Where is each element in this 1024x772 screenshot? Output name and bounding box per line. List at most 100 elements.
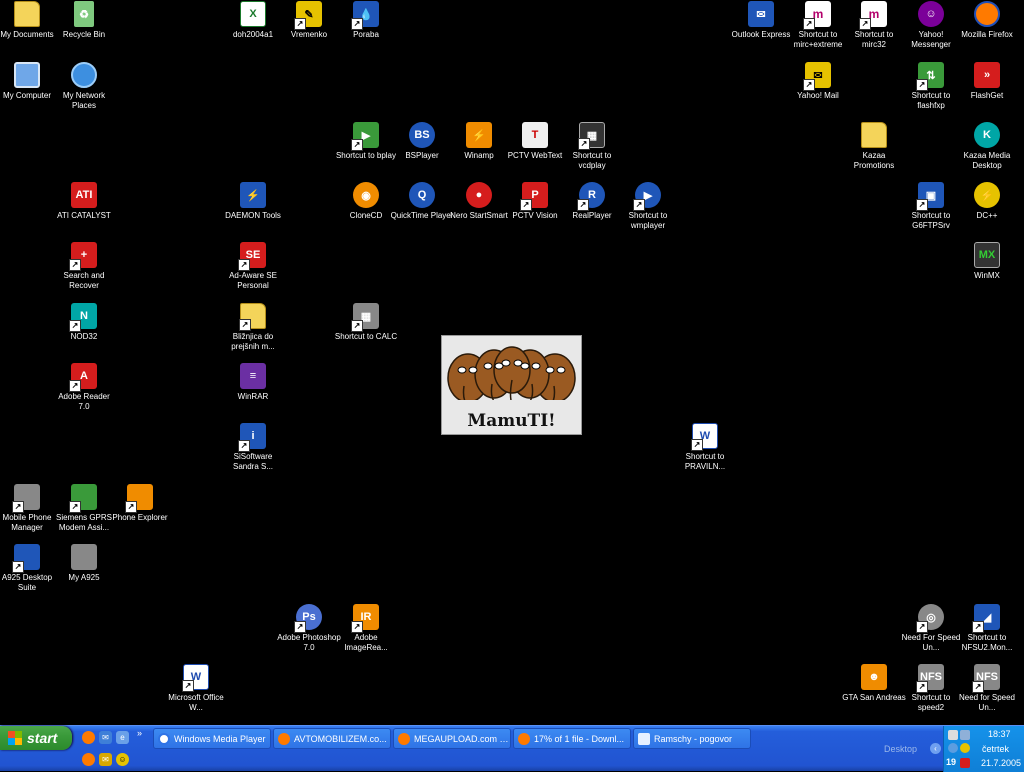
desktop-icon-daemon-tools[interactable]: ⚡ DAEMON Tools xyxy=(221,181,285,237)
desktop-icon-vremenko[interactable]: ✎ Vremenko xyxy=(277,0,341,56)
desktop-icon-nfs-underground2[interactable]: NFS Need for Speed Un... xyxy=(955,663,1019,719)
tray-yahoo-icon[interactable] xyxy=(960,743,970,753)
nfs-icon: NFS xyxy=(972,664,1000,693)
quicklaunch-firefox-icon[interactable] xyxy=(82,731,95,744)
desktop-icon-shortcut-praviln[interactable]: W Shortcut to PRAVILN... xyxy=(673,422,737,478)
start-button[interactable]: start xyxy=(0,726,72,750)
desktop-icon-winamp[interactable]: ⚡ Winamp xyxy=(447,121,511,177)
desktop-icon-quicktime[interactable]: Q QuickTime Player xyxy=(390,181,454,237)
desktop-icon-imageready[interactable]: IR Adobe ImageRea... xyxy=(334,603,398,659)
taskbar-window-label: 17% of 1 file - Downl... xyxy=(534,733,625,744)
winamp-icon: ⚡ xyxy=(466,122,492,148)
desktop-icon-search-and-recover[interactable]: + Search and Recover xyxy=(52,241,116,297)
icon-label: FlashGet xyxy=(970,91,1004,100)
desktop-icon-nero[interactable]: ● Nero StartSmart xyxy=(447,181,511,237)
desktop-icon-pctv-webtext[interactable]: T PCTV WebText xyxy=(503,121,567,177)
desktop-icon-ad-aware[interactable]: SE Ad-Aware SE Personal xyxy=(221,241,285,297)
icon-label: Nero StartSmart xyxy=(450,211,508,220)
desktop-icon-flashget[interactable]: » FlashGet xyxy=(955,61,1019,117)
desktop-icon-outlook-express[interactable]: ✉ Outlook Express xyxy=(729,0,793,56)
ad-aware-icon: SE xyxy=(238,242,266,271)
desktop-icon-realplayer[interactable]: R RealPlayer xyxy=(560,181,624,237)
excel-file-icon: X xyxy=(240,1,266,27)
desktop-icon-microsoft-office[interactable]: W Microsoft Office W... xyxy=(164,663,228,719)
desktop-icon-shortcut-speed2[interactable]: NFS Shortcut to speed2 xyxy=(899,663,963,719)
desktop-icon-shortcut-mirc-extreme[interactable]: m Shortcut to mirc+extreme xyxy=(786,0,850,56)
desktop-icon-shortcut-nfsu2[interactable]: ◢ Shortcut to NFSU2.Mon... xyxy=(955,603,1019,659)
desktop-icon-my-computer[interactable]: My Computer xyxy=(0,61,59,117)
desktop-icon-gta-san-andreas[interactable]: ☻ GTA San Andreas xyxy=(842,663,906,719)
icon-label: Mobile Phone Manager xyxy=(2,513,52,532)
desktop-icon-yahoo-mail[interactable]: ✉ Yahoo! Mail xyxy=(786,61,850,117)
desktop-icon-bsplayer[interactable]: BS BSPlayer xyxy=(390,121,454,177)
desktop-icon-dcpp[interactable]: ⚡ DC++ xyxy=(955,181,1019,237)
tray-keyboard-icon[interactable] xyxy=(960,730,970,740)
taskbar-window-ramschy[interactable]: Ramschy - pogovor xyxy=(633,728,751,749)
icon-label: My A925 xyxy=(68,573,100,582)
desktop-icon-shortcut-bplay[interactable]: ▶ Shortcut to bplay xyxy=(334,121,398,177)
icon-label: My Documents xyxy=(0,30,54,39)
quicklaunch-more-chevron-icon[interactable]: » xyxy=(137,728,142,738)
network-icon xyxy=(71,62,97,88)
icon-label: Adobe Reader 7.0 xyxy=(58,392,110,411)
word-document-icon: W xyxy=(182,664,209,692)
desktop-icon-siemens-gprs[interactable]: Siemens GPRS Modem Assi... xyxy=(52,483,116,539)
icon-label: My Computer xyxy=(2,91,51,100)
desktop-icon-shortcut-mirc32[interactable]: m Shortcut to mirc32 xyxy=(842,0,906,56)
desktop-icon-mobile-phone-manager[interactable]: Mobile Phone Manager xyxy=(0,483,59,539)
mirc-icon: m xyxy=(859,1,887,30)
desktop-icon-nfs-underground[interactable]: ◎ Need For Speed Un... xyxy=(899,603,963,659)
desktop-icon-kazaa-media[interactable]: K Kazaa Media Desktop xyxy=(955,121,1019,177)
desktop-icon-pctv-vision[interactable]: P PCTV Vision xyxy=(503,181,567,237)
desktop-icon-phone-explorer[interactable]: Phone Explorer xyxy=(108,483,172,539)
desktop-icon-winrar[interactable]: ≡ WinRAR xyxy=(221,362,285,418)
quicklaunch-yahoo-messenger-icon[interactable]: ☺ xyxy=(116,753,129,766)
desktop-icon-my-documents[interactable]: My Documents xyxy=(0,0,59,56)
taskbar-window-download[interactable]: 17% of 1 file - Downl... xyxy=(513,728,631,749)
quicklaunch-outlook-icon[interactable]: ✉ xyxy=(99,731,112,744)
desktop-icon-my-network-places[interactable]: My Network Places xyxy=(52,61,116,117)
taskbar-window-avtomobilizem[interactable]: AVTOMOBILIZEM.co... xyxy=(273,728,391,749)
desktop-icon-winmx[interactable]: MX WinMX xyxy=(955,241,1019,297)
desktop-toolbar-label[interactable]: Desktop xyxy=(884,744,917,754)
desktop-icon-recycle-bin[interactable]: ♻ Recycle Bin xyxy=(52,0,116,56)
tray-ati-icon[interactable] xyxy=(960,758,970,768)
quicklaunch-yahoo-mail-icon[interactable]: ✉ xyxy=(99,753,112,766)
water-drop-icon: 💧 xyxy=(351,1,379,30)
icon-label: doh2004a1 xyxy=(232,30,274,39)
tray-network-icon[interactable] xyxy=(948,743,958,753)
desktop-icon-yahoo-messenger[interactable]: ☺ Yahoo! Messenger xyxy=(899,0,963,56)
desktop-icon-shortcut-flashfxp[interactable]: ⇅ Shortcut to flashfxp xyxy=(899,61,963,117)
quicklaunch-internet-explorer-icon[interactable]: e xyxy=(116,731,129,744)
desktop-icon-bliznjica[interactable]: Bližnjica do prejšnih m... xyxy=(221,302,285,358)
taskbar-window-media-player[interactable]: Windows Media Player xyxy=(153,728,271,749)
desktop-icon-my-a925[interactable]: My A925 xyxy=(52,543,116,599)
desktop-icon-poraba[interactable]: 💧 Poraba xyxy=(334,0,398,56)
desktop-icon-shortcut-g6ftpsrv[interactable]: ▣ Shortcut to G6FTPSrv xyxy=(899,181,963,237)
tray-monitor-icon[interactable] xyxy=(948,730,958,740)
desktop-icon-sisoftware[interactable]: i SiSoftware Sandra S... xyxy=(221,422,285,478)
quicklaunch-firefox2-icon[interactable] xyxy=(82,753,95,766)
icon-label: Search and Recover xyxy=(63,271,105,290)
kazaa-icon: K xyxy=(974,122,1000,148)
desktop-icon-firefox[interactable]: Mozilla Firefox xyxy=(955,0,1019,56)
desktop-icon-ati-catalyst[interactable]: ATI ATI CATALYST xyxy=(52,181,116,237)
icon-label: Kazaa Media Desktop xyxy=(963,151,1011,170)
desktop-icon-a925-desktop-suite[interactable]: A925 Desktop Suite xyxy=(0,543,59,599)
desktop-icon-adobe-reader[interactable]: A Adobe Reader 7.0 xyxy=(52,362,116,418)
icon-label: Ad-Aware SE Personal xyxy=(229,271,277,290)
icon-label: Bližnjica do prejšnih m... xyxy=(231,332,275,351)
taskbar-window-megaupload[interactable]: MEGAUPLOAD.com - ... xyxy=(393,728,511,749)
desktop-icon-doh2004a1[interactable]: X doh2004a1 xyxy=(221,0,285,56)
tray-clock[interactable]: 18:37 xyxy=(988,729,1011,739)
desktop-icon-photoshop[interactable]: Ps Adobe Photoshop 7.0 xyxy=(277,603,341,659)
tools-icon: ✎ xyxy=(294,1,322,30)
desktop-icon-shortcut-wmplayer[interactable]: ▶ Shortcut to wmplayer xyxy=(616,181,680,237)
desktop-icon-shortcut-calc[interactable]: ▦ Shortcut to CALC xyxy=(334,302,398,358)
desktop-icon-kazaa-promotions[interactable]: Kazaa Promotions xyxy=(842,121,906,177)
tray-expand-chevron-icon[interactable]: ‹ xyxy=(930,743,941,754)
desktop-icon-shortcut-vcdplay[interactable]: ▦ Shortcut to vcdplay xyxy=(560,121,624,177)
quicktime-icon: Q xyxy=(409,182,435,208)
desktop-icon-clonecd[interactable]: ◉ CloneCD xyxy=(334,181,398,237)
desktop-icon-nod32[interactable]: N NOD32 xyxy=(52,302,116,358)
